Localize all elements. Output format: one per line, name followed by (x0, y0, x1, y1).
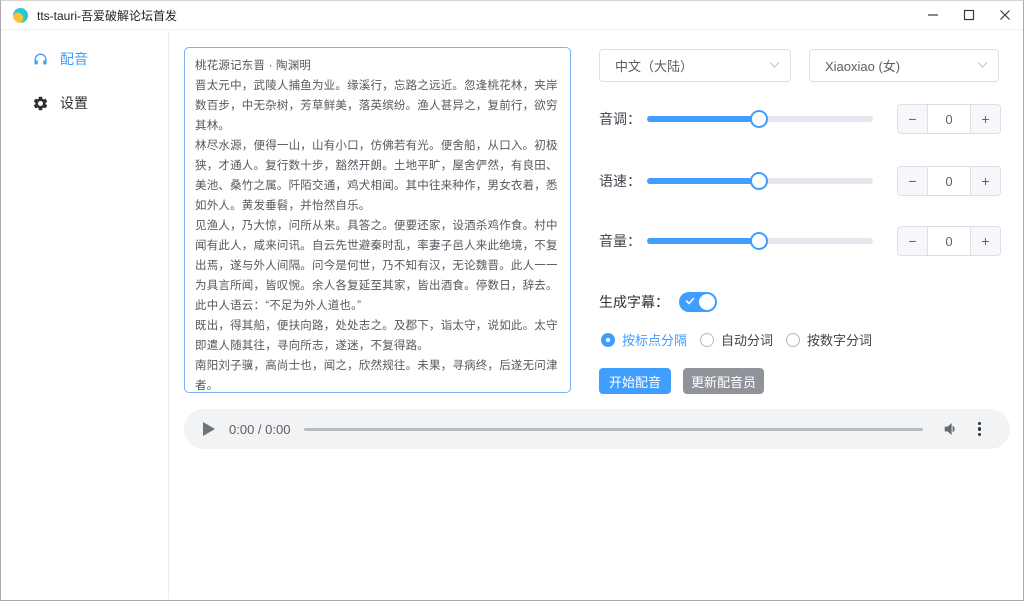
radio-icon (601, 333, 615, 347)
speed-slider[interactable] (647, 178, 873, 184)
subtitle-label: 生成字幕： (599, 292, 669, 312)
pitch-slider[interactable] (647, 116, 873, 122)
tts-text-input[interactable]: 桃花源记东晋 · 陶渊明 晋太元中，武陵人捕鱼为业。缘溪行，忘路之远近。忽逢桃花… (184, 47, 571, 393)
player-seek-bar[interactable] (304, 428, 922, 431)
radio-auto-segmentation[interactable]: 自动分词 (700, 330, 773, 349)
radio-icon (700, 333, 714, 347)
radio-label: 按数字分词 (807, 330, 872, 349)
radio-label: 自动分词 (721, 330, 773, 349)
volume-label: 音量： (599, 231, 647, 251)
slider-thumb[interactable] (750, 110, 768, 128)
slider-thumb[interactable] (750, 232, 768, 250)
increase-button[interactable]: + (970, 227, 1000, 255)
update-voices-button[interactable]: 更新配音员 (683, 368, 764, 394)
chevron-down-icon (770, 58, 780, 68)
close-button[interactable] (987, 1, 1023, 29)
pitch-label: 音调： (599, 109, 647, 129)
split-mode-radio-group: 按标点分隔 自动分词 按数字分词 (601, 330, 885, 349)
radio-dot (606, 338, 610, 342)
sidebar-item-voiceover[interactable]: 配音 (2, 39, 168, 79)
pitch-row: 音调： − 0 + (599, 104, 1001, 134)
player-time: 0:00 / 0:00 (229, 422, 290, 437)
increase-button[interactable]: + (970, 167, 1000, 195)
radio-split-by-number[interactable]: 按数字分词 (786, 330, 872, 349)
pitch-stepper: − 0 + (897, 104, 1001, 134)
maximize-button[interactable] (951, 1, 987, 29)
audio-player: 0:00 / 0:00 (184, 409, 1010, 449)
sidebar: 配音 设置 (2, 31, 169, 599)
chevron-down-icon (978, 58, 988, 68)
play-icon[interactable] (203, 422, 215, 436)
radio-icon (786, 333, 800, 347)
volume-value[interactable]: 0 (928, 227, 970, 255)
language-select[interactable]: 中文（大陆） (599, 49, 791, 82)
slider-thumb[interactable] (750, 172, 768, 190)
sidebar-item-settings[interactable]: 设置 (2, 83, 168, 123)
minimize-icon (927, 9, 939, 21)
pitch-value[interactable]: 0 (928, 105, 970, 133)
subtitle-toggle[interactable] (679, 292, 717, 312)
tauri-logo-icon (13, 8, 28, 23)
voice-select-value: Xiaoxiao (女) (825, 56, 900, 75)
increase-button[interactable]: + (970, 105, 1000, 133)
voice-select[interactable]: Xiaoxiao (女) (809, 49, 999, 82)
start-dubbing-button[interactable]: 开始配音 (599, 368, 671, 394)
sidebar-item-label: 配音 (60, 49, 88, 69)
slider-fill (647, 178, 759, 184)
speed-label: 语速： (599, 171, 647, 191)
gear-icon (32, 95, 49, 112)
language-select-value: 中文（大陆） (615, 56, 693, 75)
radio-label: 按标点分隔 (622, 330, 687, 349)
decrease-button[interactable]: − (898, 167, 928, 195)
toggle-thumb (699, 294, 715, 310)
app-window: tts-tauri-吾爱破解论坛首发 配音 设置 (0, 0, 1024, 601)
maximize-icon (963, 9, 975, 21)
slider-fill (647, 238, 759, 244)
check-icon (685, 296, 695, 306)
window-controls (915, 1, 1023, 29)
volume-slider[interactable] (647, 238, 873, 244)
close-icon (999, 9, 1011, 21)
volume-icon[interactable] (941, 419, 961, 439)
subtitle-row: 生成字幕： (599, 292, 717, 312)
minimize-button[interactable] (915, 1, 951, 29)
kebab-menu-icon[interactable] (978, 422, 982, 437)
titlebar[interactable]: tts-tauri-吾爱破解论坛首发 (1, 1, 1023, 30)
decrease-button[interactable]: − (898, 227, 928, 255)
radio-split-by-punctuation[interactable]: 按标点分隔 (601, 330, 687, 349)
headphones-icon (32, 51, 49, 68)
decrease-button[interactable]: − (898, 105, 928, 133)
volume-row: 音量： − 0 + (599, 226, 1001, 256)
speed-value[interactable]: 0 (928, 167, 970, 195)
sidebar-item-label: 设置 (60, 93, 88, 113)
window-title: tts-tauri-吾爱破解论坛首发 (37, 7, 177, 24)
speed-row: 语速： − 0 + (599, 166, 1001, 196)
speed-stepper: − 0 + (897, 166, 1001, 196)
volume-stepper: − 0 + (897, 226, 1001, 256)
slider-fill (647, 116, 759, 122)
